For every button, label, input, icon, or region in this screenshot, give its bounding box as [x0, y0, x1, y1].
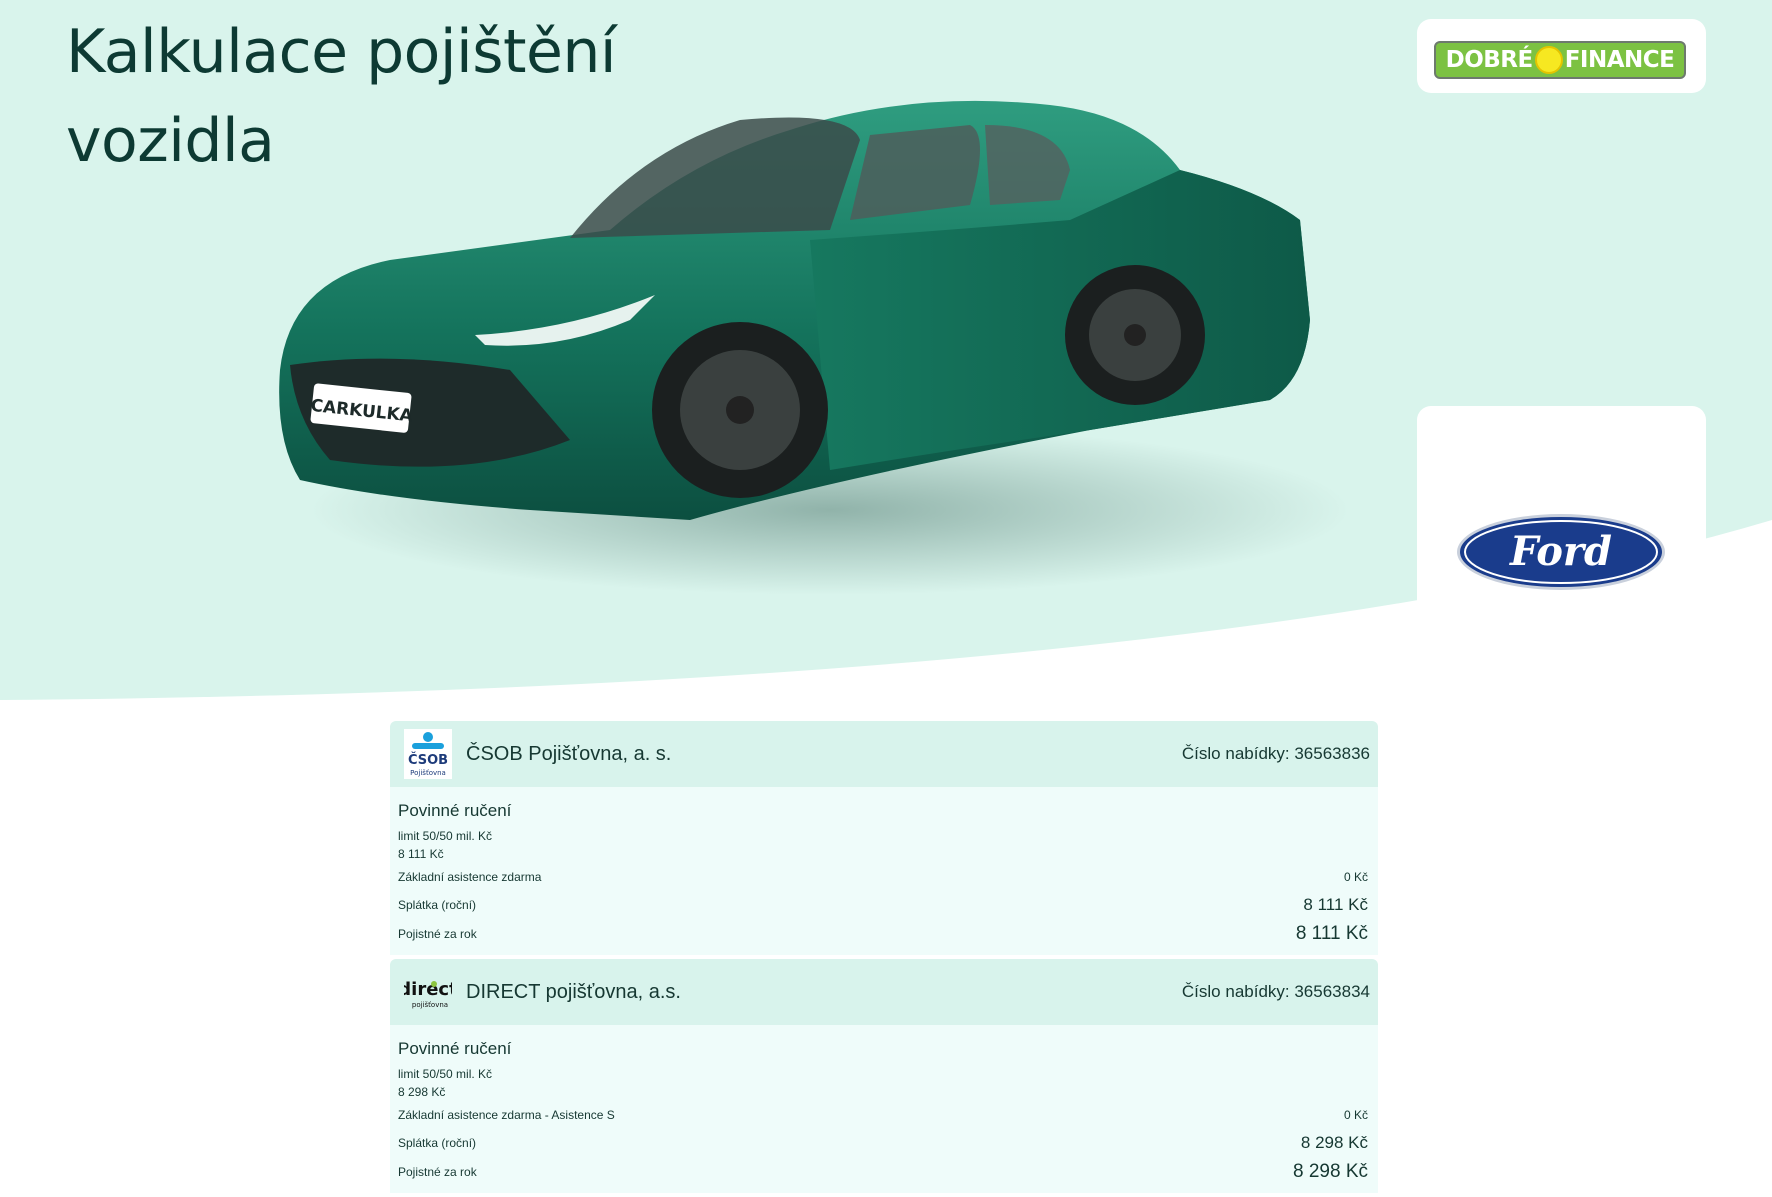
installment-row: Splátka (roční) 8 111 Kč — [398, 891, 1368, 919]
offer-body: Povinné ručení limit 50/50 mil. Kč 8 111… — [390, 787, 1378, 955]
coverage-price: 8 111 Kč — [398, 847, 444, 861]
svg-text:direct: direct — [404, 979, 452, 1000]
coverage-limit: limit 50/50 mil. Kč — [398, 829, 493, 843]
svg-text:ČSOB: ČSOB — [408, 752, 448, 768]
annual-value: 8 111 Kč — [1295, 923, 1368, 944]
assistance-row: Základní asistence zdarma - Asistence S … — [398, 1101, 1368, 1129]
svg-text:Pojišťovna: Pojišťovna — [410, 768, 446, 777]
assistance-label: Základní asistence zdarma — [398, 870, 542, 884]
offer-card[interactable]: direct pojišťovna DIRECT pojišťovna, a.s… — [390, 959, 1378, 1193]
coverage-limit: limit 50/50 mil. Kč — [398, 1067, 493, 1081]
logo-dot-icon — [1534, 46, 1563, 74]
annual-row: Pojistné za rok 8 111 Kč — [398, 919, 1368, 949]
annual-label: Pojistné za rok — [398, 927, 477, 941]
logo-text-right: FINANCE — [1564, 47, 1675, 73]
svg-text:pojišťovna: pojišťovna — [412, 1000, 448, 1009]
assistance-price: 0 Kč — [1343, 1108, 1368, 1122]
annual-value: 8 298 Kč — [1293, 1161, 1368, 1182]
installment-value: 8 298 Kč — [1300, 1133, 1368, 1152]
offer-number: Číslo nabídky: 36563834 — [1181, 982, 1370, 1001]
offer-body: Povinné ručení limit 50/50 mil. Kč 8 298… — [390, 1025, 1378, 1193]
offer-header: direct pojišťovna DIRECT pojišťovna, a.s… — [390, 959, 1378, 1025]
ford-logo-icon: Ford — [1457, 514, 1665, 590]
annual-label: Pojistné za rok — [398, 1165, 477, 1179]
offer-number: Číslo nabídky: 36563836 — [1181, 744, 1370, 763]
dobre-finance-logo: DOBRÉ FINANCE — [1434, 41, 1686, 79]
logo-text-left: DOBRÉ — [1445, 47, 1534, 73]
car-image: CARKULKA — [279, 100, 1350, 595]
installment-row: Splátka (roční) 8 298 Kč — [398, 1129, 1368, 1157]
offers-list: ČSOB Pojišťovna ČSOB Pojišťovna, a. s. Č… — [390, 721, 1378, 1197]
coverage-title: Povinné ručení — [398, 1039, 512, 1058]
insurer-name: DIRECT pojišťovna, a.s. — [466, 980, 681, 1003]
installment-value: 8 111 Kč — [1303, 895, 1368, 914]
direct-logo-icon: direct pojišťovna — [404, 979, 452, 1009]
assistance-price: 0 Kč — [1343, 870, 1368, 884]
insurer-name: ČSOB Pojišťovna, a. s. — [466, 742, 672, 765]
csob-logo-icon: ČSOB Pojišťovna — [404, 729, 452, 779]
coverage-price: 8 298 Kč — [398, 1085, 446, 1099]
assistance-row: Základní asistence zdarma 0 Kč — [398, 863, 1368, 891]
brand-logo-card: Ford — [1417, 406, 1706, 736]
ford-logo-text: Ford — [1509, 528, 1612, 575]
annual-row: Pojistné za rok 8 298 Kč — [398, 1157, 1368, 1187]
installment-label: Splátka (roční) — [398, 1136, 477, 1150]
coverage-title: Povinné ručení — [398, 801, 512, 820]
partner-logo-card: DOBRÉ FINANCE — [1417, 19, 1706, 93]
installment-label: Splátka (roční) — [398, 898, 477, 912]
assistance-label: Základní asistence zdarma - Asistence S — [398, 1108, 615, 1122]
offer-header: ČSOB Pojišťovna ČSOB Pojišťovna, a. s. Č… — [390, 721, 1378, 787]
offer-card[interactable]: ČSOB Pojišťovna ČSOB Pojišťovna, a. s. Č… — [390, 721, 1378, 955]
